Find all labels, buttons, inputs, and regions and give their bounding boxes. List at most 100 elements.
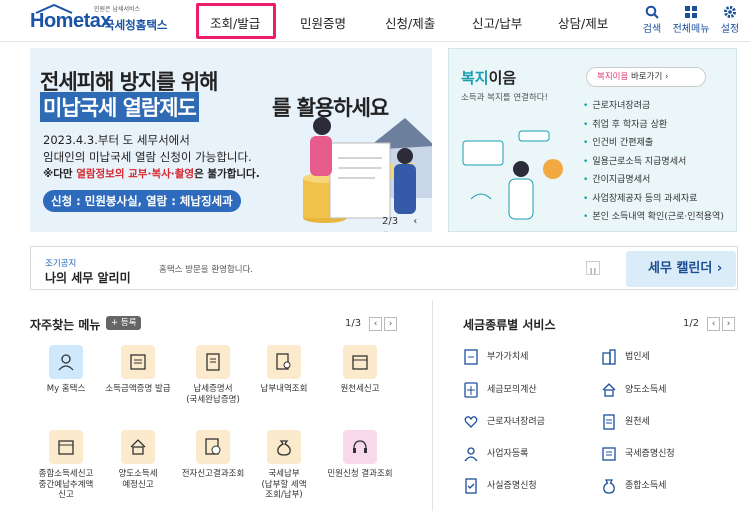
tax-services-next-button[interactable]: › (722, 317, 735, 331)
tax-item-fact-certificate[interactable]: 사실증명신청 (463, 476, 537, 496)
hometax-logo[interactable]: 민원은 납세서비스 Hometax 국세청홈택스 (30, 4, 180, 38)
person-icon (49, 345, 83, 379)
all-menu-button[interactable]: 전체메뉴 (671, 5, 711, 35)
tax-item-vat[interactable]: 부가가치세 (463, 347, 528, 367)
house-icon (602, 382, 616, 397)
nav-inquiry-issue[interactable]: 조회/발급 (210, 13, 260, 32)
notice-message: 홈택스 방문을 환영합니다. (159, 265, 254, 275)
welfare-illustration (462, 130, 563, 220)
welfare-list: 근로자녀장려금 취업 후 학자금 상환 인건비 간편제출 일용근로소득 지급명세… (583, 97, 724, 227)
menu-item-my-hometax[interactable]: My 홈택스 (30, 345, 102, 395)
certificate-icon (602, 446, 616, 461)
heart-hand-icon (464, 415, 478, 428)
favorites-page: 1/3 (345, 318, 362, 329)
tax-item-label: 양도소득세 (625, 385, 667, 395)
menu-item-e-filing-result[interactable]: 전자신고결과조회 (177, 430, 249, 480)
grid-menu-icon (685, 6, 697, 18)
tax-item-tax-certificate[interactable]: 국세증명신청 (601, 444, 675, 464)
welfare-btn-highlight: 복지이음 (597, 72, 629, 82)
receipt-search-icon (267, 345, 301, 379)
menu-item-national-tax-payment[interactable]: 국세납부 (납부할 세액 조회/납부) (248, 430, 320, 501)
pause-icon[interactable]: ॥ (382, 230, 388, 232)
banner-desc-3-suffix: 은 불가합니다. (194, 168, 260, 180)
next-arrow-icon[interactable]: › (403, 230, 407, 232)
tax-services-prev-button[interactable]: ‹ (707, 317, 720, 331)
top-header: 민원은 납세서비스 Hometax 국세청홈택스 조회/발급 민원증명 신청/제… (0, 0, 750, 42)
nav-consult-report[interactable]: 상담/제보 (558, 13, 608, 32)
menu-label: 소득금액증명 발급 (105, 384, 171, 394)
welfare-title-highlight: 복지 (461, 69, 489, 87)
pause-icon (590, 268, 596, 274)
tax-item-corporate-tax[interactable]: 법인세 (601, 347, 650, 367)
nav-report-pay[interactable]: 신고/납부 (472, 13, 522, 32)
calendar-icon (49, 430, 83, 464)
tax-item-transfer-income-tax[interactable]: 양도소득세 (601, 380, 666, 400)
tax-item-label: 세금모의계산 (487, 385, 537, 395)
nav-apply-submit[interactable]: 신청/제출 (385, 13, 435, 32)
banner-page-count: 2/3 (382, 216, 399, 227)
money-bag-icon (603, 478, 615, 494)
favorites-prev-button[interactable]: ‹ (369, 317, 382, 331)
menu-label: My 홈택스 (46, 384, 86, 394)
tax-item-label: 원천세 (625, 417, 650, 427)
banner-desc-3: ※다만 열람정보의 교부·복사·촬영은 불가합니다. (43, 166, 260, 181)
welfare-item[interactable]: 취업 후 학자금 상환 (583, 116, 724, 135)
menu-label: 원천세신고 (340, 384, 380, 394)
welfare-item[interactable]: 본인 소득내역 확인(근로·인적용역) (583, 208, 724, 227)
welfare-item[interactable]: 인건비 간편제출 (583, 134, 724, 153)
welfare-item[interactable]: 근로자녀장려금 (583, 97, 724, 116)
banner-pager: 2/3 ‹ ॥ › (382, 216, 432, 232)
welfare-subtitle: 소득과 복지를 연결하다! (461, 93, 549, 103)
nav-civil-certificate[interactable]: 민원증명 (300, 13, 346, 32)
house-icon (121, 430, 155, 464)
welfare-item[interactable]: 일용근로소득 지급명세서 (583, 153, 724, 172)
welfare-shortcut-button[interactable]: 복지이음 바로가기 › (586, 67, 706, 87)
tax-item-label: 부가가치세 (487, 352, 529, 362)
tax-calendar-button[interactable]: 세무 캘린더 › (626, 251, 736, 287)
tax-item-label: 종합소득세 (625, 481, 667, 491)
welfare-item[interactable]: 사업장제공자 등의 과세자료 (583, 190, 724, 209)
search-button[interactable]: 검색 (632, 5, 672, 35)
tax-item-withholding-tax[interactable]: 원천세 (601, 412, 650, 432)
chevron-right-icon: › (716, 261, 723, 276)
settings-label: 설정 (720, 24, 740, 35)
tax-item-label: 사실증명신청 (487, 481, 537, 491)
menu-label: 종합소득세신고 중간예납추계액 신고 (38, 469, 94, 500)
menu-item-tax-payment-cert[interactable]: 납세증명서 (국세완납증명) (177, 345, 249, 405)
settings-button[interactable]: 설정 (710, 5, 750, 35)
notice-title: 나의 세무 알리미 (45, 271, 131, 285)
tax-item-global-income-tax[interactable]: 종합소득세 (601, 476, 666, 496)
notice-small-label: 조기공지 (45, 259, 77, 269)
main-banner[interactable]: 전세피해 방지를 위해 미납국세 열람제도 를 활용하세요 2023.4.3.부… (30, 48, 432, 232)
tax-services-title: 세금종류별 서비스 (463, 318, 556, 332)
chevron-right-icon: › (388, 319, 393, 329)
check-document-icon (465, 477, 477, 494)
menu-item-payment-history[interactable]: 납부내역조회 (248, 345, 320, 395)
document-icon (603, 413, 615, 430)
favorites-next-button[interactable]: › (384, 317, 397, 331)
welfare-item[interactable]: 간이지급명세서 (583, 171, 724, 190)
document-icon (196, 345, 230, 379)
menu-item-withholding-tax[interactable]: 원천세신고 (324, 345, 396, 395)
menu-item-civil-result[interactable]: 민원신청 결과조회 (324, 430, 396, 480)
welfare-btn-label: 바로가기 (628, 72, 663, 82)
menu-item-income-cert[interactable]: 소득금액증명 발급 (102, 345, 174, 395)
register-favorite-button[interactable]: + 등록 (106, 316, 142, 330)
tax-item-label: 법인세 (625, 352, 650, 362)
tax-item-business-registration[interactable]: 사업자등록 (463, 444, 528, 464)
prev-arrow-icon[interactable]: ‹ (413, 216, 417, 227)
tax-item-label: 근로자녀장려금 (487, 417, 545, 427)
tax-item-earned-income-credit[interactable]: 근로자녀장려금 (463, 412, 545, 432)
tax-item-label: 국세증명신청 (625, 449, 675, 459)
notice-pause-button[interactable] (586, 261, 600, 275)
favorites-title: 자주찾는 메뉴 (30, 318, 101, 332)
tax-item-tax-simulation[interactable]: 세금모의계산 (463, 380, 537, 400)
menu-item-transfer-tax[interactable]: 양도소득세 예정신고 (102, 430, 174, 490)
welfare-panel: 복지이음 소득과 복지를 연결하다! 복지이음 바로가기 › 근로자녀장려금 취… (448, 48, 737, 232)
register-label: 등록 (120, 318, 137, 328)
chevron-left-icon: ‹ (711, 319, 716, 329)
menu-item-income-tax-report[interactable]: 종합소득세신고 중간예납추계액 신고 (30, 430, 102, 501)
menu-label: 양도소득세 예정신고 (118, 469, 158, 490)
building-icon (602, 348, 616, 365)
search-icon (645, 5, 659, 19)
